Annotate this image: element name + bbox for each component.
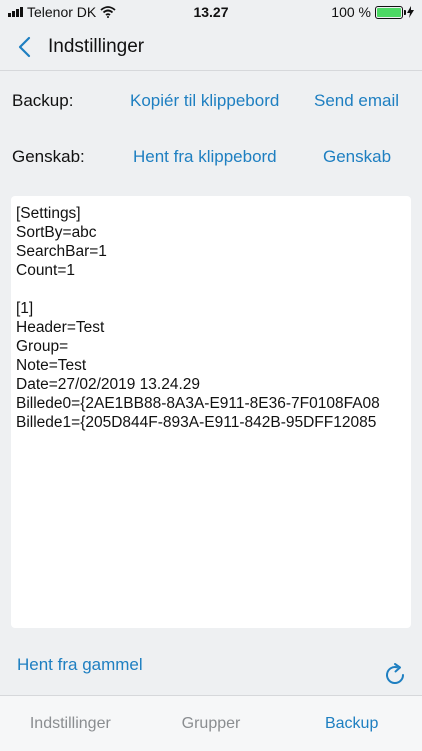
settings-text-line: Group= [16, 338, 69, 355]
fetch-from-clipboard-button[interactable]: Hent fra klippebord [133, 147, 277, 167]
settings-text-line: Count=1 [16, 262, 76, 279]
settings-text-line: Note=Test [16, 357, 87, 374]
settings-text-area[interactable]: [Settings] SortBy=abc SearchBar=1 Count=1 [1… [11, 196, 411, 628]
tab-grupper[interactable]: Grupper [141, 696, 282, 751]
charging-icon [407, 6, 414, 18]
copy-to-clipboard-button[interactable]: Kopiér til klippebord [130, 91, 279, 111]
battery-percent: 100 % [331, 4, 371, 20]
tab-backup[interactable]: Backup [281, 696, 422, 751]
refresh-button[interactable] [382, 661, 408, 687]
settings-text-line: SearchBar=1 [16, 243, 107, 260]
restore-button[interactable]: Genskab [323, 147, 391, 167]
settings-text-line: SortBy=abc [16, 224, 97, 241]
battery-icon [375, 5, 406, 19]
send-email-button[interactable]: Send email [314, 91, 399, 111]
settings-text-line: [1] [16, 300, 34, 317]
tab-bar: Indstillinger Grupper Backup [0, 695, 422, 751]
settings-text-line: Billede0={2AE1BB88-8A3A-E911-8E36-7F0108… [16, 395, 380, 412]
backup-label: Backup: [12, 91, 74, 110]
navigation-bar: Indstillinger [0, 24, 422, 71]
settings-text-line: [Settings] [16, 205, 81, 222]
page-title: Indstillinger [48, 36, 145, 57]
restore-label: Genskab: [12, 147, 85, 166]
refresh-icon [386, 663, 405, 684]
settings-text-line [11, 280, 411, 299]
fetch-from-old-button[interactable]: Hent fra gammel [17, 655, 143, 675]
tab-indstillinger[interactable]: Indstillinger [0, 696, 141, 751]
restore-row: Genskab: Hent fra klippebord Genskab [0, 137, 422, 177]
status-right: 100 % [331, 4, 414, 20]
settings-text-line: Billede1={205D844F-893A-E911-842B-95DFF1… [16, 414, 377, 431]
back-button[interactable] [10, 32, 38, 62]
status-bar: Telenor DK 13.27 100 % [0, 0, 422, 24]
settings-text-line: Header=Test [16, 319, 105, 336]
settings-text-lines: [Settings] SortBy=abc SearchBar=1 Count=1 [1… [11, 196, 411, 432]
backup-row: Backup: Kopiér til klippebord Send email [0, 81, 422, 121]
chevron-left-icon [18, 36, 31, 58]
settings-text-line: Date=27/02/2019 13.24.29 [16, 376, 201, 393]
